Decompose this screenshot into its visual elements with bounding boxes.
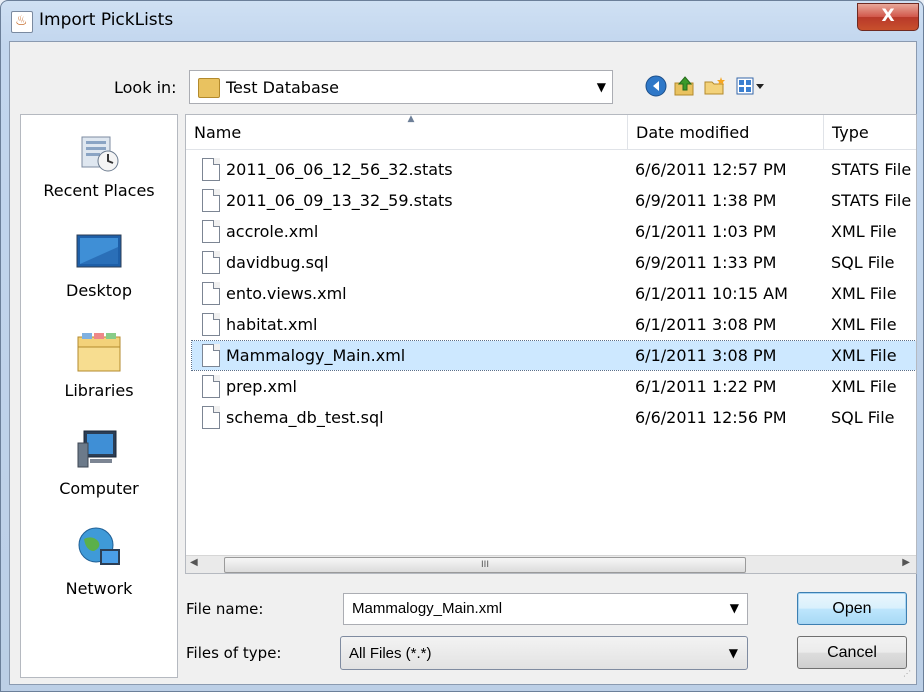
file-date: 6/1/2011 3:08 PM bbox=[635, 315, 777, 334]
up-folder-icon[interactable] bbox=[672, 75, 698, 99]
file-name: ento.views.xml bbox=[226, 284, 347, 303]
file-date: 6/6/2011 12:56 PM bbox=[635, 408, 787, 427]
file-name: prep.xml bbox=[226, 377, 297, 396]
file-type: XML File bbox=[831, 284, 897, 303]
recent-places-icon bbox=[74, 127, 124, 177]
look-in-label: Look in: bbox=[114, 78, 177, 97]
new-folder-icon[interactable] bbox=[702, 75, 728, 99]
file-icon bbox=[202, 406, 220, 429]
close-button[interactable]: X bbox=[857, 3, 919, 31]
file-type: SQL File bbox=[831, 253, 895, 272]
file-type: STATS File bbox=[831, 191, 912, 210]
window-title: Import PickLists bbox=[39, 10, 174, 30]
column-header-type[interactable]: Type bbox=[824, 115, 916, 149]
file-icon bbox=[202, 158, 220, 181]
place-desktop[interactable]: Desktop bbox=[21, 227, 177, 300]
file-date: 6/9/2011 1:33 PM bbox=[635, 253, 777, 272]
file-row[interactable]: schema_db_test.sql 6/6/2011 12:56 PM SQL… bbox=[192, 403, 916, 432]
chevron-down-icon: ▼ bbox=[728, 646, 738, 660]
file-row[interactable]: prep.xml 6/1/2011 1:22 PM XML File bbox=[192, 372, 916, 401]
folder-icon bbox=[198, 78, 220, 98]
file-date: 6/1/2011 1:03 PM bbox=[635, 222, 777, 241]
computer-icon bbox=[74, 425, 124, 475]
place-libraries[interactable]: Libraries bbox=[21, 327, 177, 400]
files-of-type-value: All Files (*.*) bbox=[349, 645, 432, 662]
file-row[interactable]: 2011_06_06_12_56_32.stats 6/6/2011 12:57… bbox=[192, 155, 916, 184]
column-header-name[interactable]: Name bbox=[186, 115, 628, 149]
file-type: XML File bbox=[831, 377, 897, 396]
file-type: XML File bbox=[831, 315, 897, 334]
file-name-label: File name: bbox=[186, 600, 264, 618]
file-type: SQL File bbox=[831, 408, 895, 427]
files-of-type-label: Files of type: bbox=[186, 644, 282, 662]
files-of-type-select[interactable]: All Files (*.*) ▼ bbox=[340, 636, 748, 670]
place-label: Network bbox=[65, 579, 133, 598]
look-in-combo[interactable]: Test Database ▼ bbox=[189, 70, 613, 104]
file-name-combo[interactable]: ▼ bbox=[343, 593, 748, 625]
cancel-button[interactable]: Cancel bbox=[797, 636, 907, 669]
file-row[interactable]: 2011_06_09_13_32_59.stats 6/9/2011 1:38 … bbox=[192, 186, 916, 215]
open-button[interactable]: Open bbox=[797, 592, 907, 625]
java-app-icon: ♨ bbox=[11, 11, 33, 33]
file-icon bbox=[202, 375, 220, 398]
chevron-down-icon[interactable]: ▼ bbox=[730, 601, 739, 615]
scroll-right-icon[interactable]: ▶ bbox=[902, 557, 910, 568]
view-menu-icon[interactable] bbox=[734, 75, 768, 99]
file-row[interactable]: accrole.xml 6/1/2011 1:03 PM XML File bbox=[192, 217, 916, 246]
file-date: 6/1/2011 10:15 AM bbox=[635, 284, 788, 303]
file-icon bbox=[202, 220, 220, 243]
place-label: Recent Places bbox=[43, 181, 155, 200]
file-type: XML File bbox=[831, 222, 897, 241]
back-icon[interactable] bbox=[643, 75, 669, 99]
file-name: davidbug.sql bbox=[226, 253, 329, 272]
file-icon bbox=[202, 251, 220, 274]
desktop-icon bbox=[74, 227, 124, 277]
column-header-row: ▲ Name Date modified Type bbox=[186, 115, 916, 150]
import-picklists-dialog: ♨ Import PickLists X Look in: Test Datab… bbox=[0, 0, 924, 692]
place-label: Libraries bbox=[64, 381, 134, 400]
file-row[interactable]: habitat.xml 6/1/2011 3:08 PM XML File bbox=[192, 310, 916, 339]
libraries-icon bbox=[74, 327, 124, 377]
places-bar: Recent Places Desktop Libraries Computer bbox=[20, 114, 178, 678]
scrollbar-thumb[interactable]: III bbox=[224, 557, 746, 573]
file-type: XML File bbox=[831, 346, 897, 365]
place-recent-places[interactable]: Recent Places bbox=[21, 127, 177, 200]
file-icon bbox=[202, 344, 220, 367]
scroll-left-icon[interactable]: ◀ bbox=[190, 557, 198, 568]
file-name: Mammalogy_Main.xml bbox=[226, 346, 406, 365]
place-label: Desktop bbox=[66, 281, 132, 300]
file-date: 6/1/2011 1:22 PM bbox=[635, 377, 777, 396]
file-name: habitat.xml bbox=[226, 315, 318, 334]
place-network[interactable]: Network bbox=[21, 525, 177, 598]
file-name: schema_db_test.sql bbox=[226, 408, 384, 427]
look-in-value: Test Database bbox=[226, 78, 339, 97]
file-icon bbox=[202, 313, 220, 336]
file-name: 2011_06_06_12_56_32.stats bbox=[226, 160, 453, 179]
file-date: 6/9/2011 1:38 PM bbox=[635, 191, 777, 210]
network-icon bbox=[74, 525, 124, 575]
file-row[interactable]: ento.views.xml 6/1/2011 10:15 AM XML Fil… bbox=[192, 279, 916, 308]
dialog-body: Look in: Test Database ▼ Recent Places D… bbox=[9, 41, 917, 685]
file-date: 6/6/2011 12:57 PM bbox=[635, 160, 787, 179]
place-computer[interactable]: Computer bbox=[21, 425, 177, 498]
file-row-selected[interactable]: Mammalogy_Main.xml 6/1/2011 3:08 PM XML … bbox=[191, 340, 916, 371]
file-name: 2011_06_09_13_32_59.stats bbox=[226, 191, 453, 210]
file-type: STATS File bbox=[831, 160, 912, 179]
title-bar[interactable]: ♨ Import PickLists X bbox=[1, 1, 923, 41]
file-name-input[interactable] bbox=[350, 598, 724, 619]
chevron-down-icon: ▼ bbox=[596, 80, 606, 94]
column-header-date[interactable]: Date modified bbox=[628, 115, 824, 149]
resize-grip-icon[interactable]: ⋰ bbox=[903, 670, 913, 681]
horizontal-scrollbar[interactable]: ◀ III ▶ bbox=[186, 555, 916, 573]
place-label: Computer bbox=[59, 479, 139, 498]
file-list[interactable]: ▲ Name Date modified Type 2011_06_06_12_… bbox=[185, 114, 917, 574]
file-name: accrole.xml bbox=[226, 222, 319, 241]
file-row[interactable]: davidbug.sql 6/9/2011 1:33 PM SQL File bbox=[192, 248, 916, 277]
file-icon bbox=[202, 189, 220, 212]
file-icon bbox=[202, 282, 220, 305]
file-date: 6/1/2011 3:08 PM bbox=[635, 346, 777, 365]
